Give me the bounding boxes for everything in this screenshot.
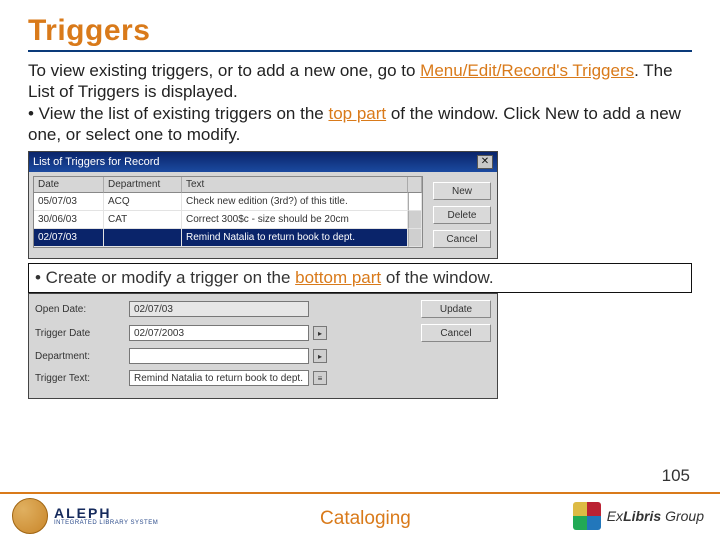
cell-date: 02/07/03 [34, 229, 104, 247]
cell-date: 05/07/03 [34, 193, 104, 211]
new-button[interactable]: New [433, 182, 491, 200]
mid-a: • Create or modify a trigger on the [35, 268, 295, 287]
vertical-scrollbar[interactable] [408, 193, 422, 211]
trigger-form-window: Open Date: 02/07/03 Update Trigger Date … [28, 293, 498, 399]
cell-dept: CAT [104, 211, 182, 229]
para2-a: • View the list of existing triggers on … [28, 104, 328, 123]
window-title: List of Triggers for Record [33, 156, 477, 168]
intro-paragraph: To view existing triggers, or to add a n… [28, 60, 692, 103]
text-expand-icon[interactable]: ≡ [313, 371, 327, 385]
open-date-label: Open Date: [35, 304, 125, 315]
cell-dept: ACQ [104, 193, 182, 211]
department-label: Department: [35, 351, 125, 362]
window-titlebar: List of Triggers for Record ✕ [29, 152, 497, 172]
globe-icon [12, 498, 48, 534]
aleph-logo: ALEPH INTEGRATED LIBRARY SYSTEM [12, 498, 158, 534]
slide-footer: ALEPH INTEGRATED LIBRARY SYSTEM Catalogi… [0, 492, 720, 540]
mid-c: of the window. [381, 268, 493, 287]
trigger-text-label: Trigger Text: [35, 373, 125, 384]
bullet-top: • View the list of existing triggers on … [28, 103, 692, 146]
exlibris-text: ExLibris Group [607, 508, 704, 524]
footer-rule [0, 492, 720, 494]
department-field[interactable] [129, 348, 309, 364]
trigger-date-field[interactable]: 02/07/2003 [129, 325, 309, 341]
cell-dept [104, 229, 182, 247]
date-picker-icon[interactable]: ▸ [313, 326, 327, 340]
grid-header: Date Department Text [34, 177, 422, 193]
trigger-text-field[interactable]: Remind Natalia to return book to dept. [129, 370, 309, 386]
exlibris-logo: ExLibris Group [573, 502, 704, 530]
title-rule [28, 50, 692, 52]
triggers-grid: Date Department Text 05/07/03 ACQ Check … [33, 176, 423, 248]
close-icon[interactable]: ✕ [477, 155, 493, 169]
cell-text: Check new edition (3rd?) of this title. [182, 193, 408, 211]
triggers-list-window: List of Triggers for Record ✕ Date Depar… [28, 151, 498, 259]
table-row[interactable]: 05/07/03 ACQ Check new edition (3rd?) of… [34, 193, 422, 211]
bullet-bottom: • Create or modify a trigger on the bott… [28, 263, 692, 293]
cell-text: Correct 300$c - size should be 20cm [182, 211, 408, 229]
cancel-button[interactable]: Cancel [433, 230, 491, 248]
cell-text: Remind Natalia to return book to dept. [182, 229, 408, 247]
footer-center-text: Cataloging [158, 508, 573, 530]
delete-button[interactable]: Delete [433, 206, 491, 224]
form-cancel-button[interactable]: Cancel [421, 324, 491, 342]
table-row[interactable]: 02/07/03 Remind Natalia to return book t… [34, 229, 422, 247]
dept-picker-icon[interactable]: ▸ [313, 349, 327, 363]
open-date-field[interactable]: 02/07/03 [129, 301, 309, 317]
page-number: 105 [662, 466, 690, 486]
para1-a: To view existing triggers, or to add a n… [28, 61, 420, 80]
update-button[interactable]: Update [421, 300, 491, 318]
cell-date: 30/06/03 [34, 211, 104, 229]
slide-title: Triggers [28, 14, 692, 48]
table-row[interactable]: 30/06/03 CAT Correct 300$c - size should… [34, 211, 422, 229]
exlibris-icon [573, 502, 601, 530]
col-date[interactable]: Date [34, 177, 104, 193]
grid-scroll-head [408, 177, 422, 193]
aleph-subtitle: INTEGRATED LIBRARY SYSTEM [54, 520, 158, 526]
menu-path: Menu/Edit/Record's Triggers [420, 61, 634, 80]
col-text[interactable]: Text [182, 177, 408, 193]
trigger-date-label: Trigger Date [35, 328, 125, 339]
col-department[interactable]: Department [104, 177, 182, 193]
aleph-title: ALEPH [54, 506, 158, 520]
top-part: top part [328, 104, 386, 123]
bottom-part: bottom part [295, 268, 381, 287]
